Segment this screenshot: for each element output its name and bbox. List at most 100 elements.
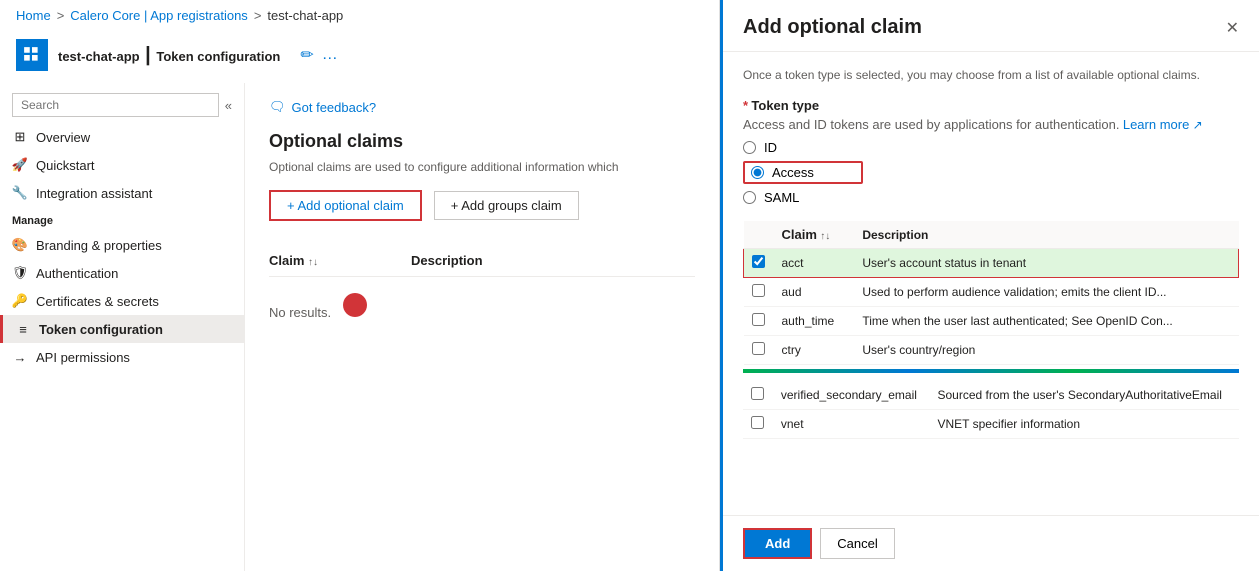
modal-header: Add optional claim ✕	[723, 0, 1259, 52]
claim-description: Time when the user last authenticated; S…	[854, 307, 1238, 336]
claim-checkbox-verified_secondary_email[interactable]	[751, 387, 764, 400]
claim-description: Sourced from the user's SecondaryAuthori…	[930, 381, 1240, 410]
radio-id-label: ID	[764, 140, 777, 155]
claim-name: acct	[774, 249, 855, 278]
sort-arrow: ↑↓	[820, 231, 830, 242]
required-marker: *	[743, 98, 748, 113]
breadcrumb-home[interactable]: Home	[16, 8, 51, 23]
check-col-header	[744, 221, 774, 249]
breadcrumb-app-registrations[interactable]: Calero Core | App registrations	[70, 8, 248, 23]
claim-description: Used to perform audience validation; emi…	[854, 278, 1238, 307]
search-bar: «	[0, 87, 244, 123]
sidebar-item-quickstart[interactable]: 🚀 Quickstart	[0, 151, 244, 179]
checkbox-cell[interactable]	[744, 336, 774, 365]
content-desc: Optional claims are used to configure ad…	[269, 160, 689, 174]
sidebar-item-authentication[interactable]: 🛡 Authentication	[0, 259, 244, 287]
search-input[interactable]	[12, 93, 219, 117]
claims-table-bottom: verified_secondary_email Sourced from th…	[743, 381, 1239, 439]
claim-checkbox-acct[interactable]	[752, 255, 765, 268]
authentication-icon: 🛡	[12, 265, 28, 281]
sidebar-item-overview[interactable]: ⊞ Overview	[0, 123, 244, 151]
sidebar-item-integration[interactable]: 🔧 Integration assistant	[0, 179, 244, 207]
claim-description: VNET specifier information	[930, 410, 1240, 439]
table-header: Claim ↑↓ Description	[269, 245, 695, 277]
app-icon	[16, 39, 48, 71]
content-area: 🗨 Got feedback? Optional claims Optional…	[245, 83, 719, 571]
sidebar: « ⊞ Overview 🚀 Quickstart 🔧 Integration …	[0, 83, 245, 571]
token-config-icon: ≡	[15, 321, 31, 337]
radio-id-input[interactable]	[743, 141, 756, 154]
sidebar-item-token-config[interactable]: ≡ Token configuration	[0, 315, 244, 343]
breadcrumb-app-name: test-chat-app	[267, 8, 343, 23]
radio-saml-input[interactable]	[743, 191, 756, 204]
button-row: + Add optional claim + Add groups claim	[269, 190, 695, 221]
table-row: aud Used to perform audience validation;…	[744, 278, 1239, 307]
manage-label: Manage	[0, 207, 244, 231]
claim-checkbox-auth_time[interactable]	[752, 313, 765, 326]
edit-icon[interactable]: ✏	[300, 45, 313, 65]
col-description-header: Description	[411, 253, 695, 268]
radio-saml-label: SAML	[764, 190, 799, 205]
more-icon[interactable]: …	[322, 46, 338, 64]
claims-table: Claim ↑↓ Description acct User's account…	[743, 221, 1239, 365]
claim-name: ctry	[774, 336, 855, 365]
sidebar-item-api-permissions[interactable]: → API permissions	[0, 343, 244, 371]
table-row: ctry User's country/region	[744, 336, 1239, 365]
table-row: auth_time Time when the user last authen…	[744, 307, 1239, 336]
certificates-icon: 🔑	[12, 293, 28, 309]
table-row: verified_secondary_email Sourced from th…	[743, 381, 1239, 410]
modal-panel: Add optional claim ✕ Once a token type i…	[720, 0, 1259, 571]
add-groups-claim-button[interactable]: + Add groups claim	[434, 191, 579, 220]
dot-indicator	[343, 293, 367, 317]
content-title: Optional claims	[269, 131, 695, 152]
learn-more-link[interactable]: Learn more ↗	[1123, 118, 1203, 132]
breadcrumb: Home > Calero Core | App registrations >…	[0, 0, 719, 31]
sidebar-item-label: Certificates & secrets	[36, 294, 159, 309]
claim-checkbox-vnet[interactable]	[751, 416, 764, 429]
modal-description: Once a token type is selected, you may c…	[743, 68, 1239, 82]
sidebar-item-certificates[interactable]: 🔑 Certificates & secrets	[0, 287, 244, 315]
checkbox-cell[interactable]	[744, 307, 774, 336]
no-results: No results.	[269, 277, 695, 336]
feedback-icon: 🗨	[269, 99, 286, 115]
claim-description: User's account status in tenant	[854, 249, 1238, 278]
feedback-label: Got feedback?	[292, 100, 377, 115]
feedback-bar[interactable]: 🗨 Got feedback?	[269, 99, 695, 115]
main-layout: « ⊞ Overview 🚀 Quickstart 🔧 Integration …	[0, 83, 719, 571]
radio-access-highlighted: Access	[743, 161, 863, 184]
modal-title: Add optional claim	[743, 16, 922, 39]
integration-icon: 🔧	[12, 185, 28, 201]
checkbox-cell[interactable]	[743, 410, 773, 439]
col-claim-header: Claim ↑↓	[269, 253, 411, 268]
claim-name: verified_secondary_email	[773, 381, 930, 410]
radio-access[interactable]: Access	[751, 165, 814, 180]
sidebar-item-label: API permissions	[36, 350, 130, 365]
sidebar-item-label: Authentication	[36, 266, 118, 281]
token-type-label: * Token type	[743, 98, 1239, 113]
checkbox-cell[interactable]	[744, 249, 774, 278]
radio-id[interactable]: ID	[743, 140, 1239, 155]
claim-checkbox-ctry[interactable]	[752, 342, 765, 355]
add-optional-claim-button[interactable]: + Add optional claim	[269, 190, 422, 221]
page-title: test-chat-app | Token configuration	[58, 44, 280, 67]
modal-body: Once a token type is selected, you may c…	[723, 52, 1259, 515]
sidebar-item-branding[interactable]: 🎨 Branding & properties	[0, 231, 244, 259]
add-button[interactable]: Add	[743, 528, 812, 559]
checkbox-cell[interactable]	[743, 381, 773, 410]
collapse-icon[interactable]: «	[225, 98, 232, 113]
checkbox-cell[interactable]	[744, 278, 774, 307]
sort-arrow-claim: ↑↓	[308, 257, 318, 268]
title-bar: test-chat-app | Token configuration ✏ …	[0, 31, 719, 83]
sidebar-item-label: Branding & properties	[36, 238, 162, 253]
radio-access-input[interactable]	[751, 166, 764, 179]
cancel-button[interactable]: Cancel	[820, 528, 894, 559]
table-divider	[743, 369, 1239, 373]
claim-checkbox-aud[interactable]	[752, 284, 765, 297]
radio-access-label: Access	[772, 165, 814, 180]
radio-saml[interactable]: SAML	[743, 190, 1239, 205]
app-icon-svg	[23, 46, 41, 64]
close-icon[interactable]: ✕	[1226, 18, 1239, 38]
desc-col-header: Description	[854, 221, 1238, 249]
claim-col-header: Claim ↑↓	[774, 221, 855, 249]
table-row: acct User's account status in tenant	[744, 249, 1239, 278]
